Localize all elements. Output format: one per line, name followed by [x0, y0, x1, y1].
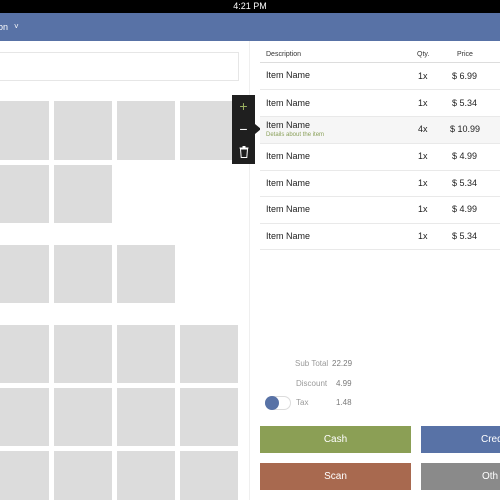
- item-name: Item Name: [266, 70, 311, 80]
- item-price: $ 5.34: [452, 98, 478, 108]
- item-name: Item Name: [266, 178, 311, 188]
- product-tile[interactable]: [117, 451, 175, 500]
- column-header-description: Description: [266, 51, 302, 58]
- location-dropdown-label[interactable]: on: [0, 21, 8, 33]
- discount-label: Discount: [296, 379, 328, 388]
- plus-icon[interactable]: +: [232, 95, 255, 118]
- item-qty: 1x: [418, 231, 428, 241]
- item-name: Item Name: [266, 151, 311, 161]
- product-tile[interactable]: [0, 325, 49, 383]
- product-tile[interactable]: [180, 325, 238, 383]
- item-detail: Details about the item: [266, 132, 325, 138]
- item-name: Item Name: [266, 231, 311, 241]
- item-qty: 1x: [418, 151, 428, 161]
- product-tile[interactable]: [117, 101, 175, 160]
- order-row[interactable]: Item Name 1x $ 6.99: [260, 63, 500, 90]
- search-input[interactable]: [0, 52, 239, 81]
- other-button[interactable]: Oth: [421, 463, 500, 490]
- order-row[interactable]: Item Name 1x $ 4.99: [260, 144, 500, 171]
- item-name: Item Name: [266, 98, 311, 108]
- column-header-qty: Qty.: [417, 51, 430, 58]
- item-price: $ 4.99: [452, 204, 478, 214]
- order-row[interactable]: Item Name 1x $ 5.34: [260, 90, 500, 117]
- trash-icon[interactable]: [232, 141, 255, 164]
- tax-value: 1.48: [336, 398, 352, 407]
- credit-button[interactable]: Cred: [421, 426, 500, 453]
- item-qty: 1x: [418, 178, 428, 188]
- item-name: Item Name: [266, 120, 311, 130]
- product-tile[interactable]: [54, 101, 112, 160]
- minus-icon[interactable]: −: [232, 118, 255, 141]
- tax-label: Tax: [296, 398, 309, 407]
- discount-value: 4.99: [336, 379, 352, 388]
- product-tile[interactable]: [0, 165, 49, 223]
- product-tile[interactable]: [117, 325, 175, 383]
- chevron-down-icon[interactable]: ˅: [14, 22, 19, 32]
- item-qty: 1x: [418, 71, 428, 81]
- tax-toggle-knob[interactable]: [265, 396, 279, 410]
- product-tile[interactable]: [180, 388, 238, 446]
- order-row[interactable]: Item Name 1x $ 4.99: [260, 197, 500, 224]
- item-qty: 4x: [418, 124, 428, 134]
- product-tile[interactable]: [54, 388, 112, 446]
- subtotal-label: Sub Total: [295, 359, 329, 368]
- product-tile[interactable]: [0, 388, 49, 446]
- product-tile[interactable]: [117, 245, 175, 303]
- product-tile[interactable]: [54, 451, 112, 500]
- column-header-price: Price: [457, 51, 473, 58]
- status-bar: 4:21 PM: [0, 0, 500, 13]
- cash-button[interactable]: Cash: [260, 426, 411, 453]
- item-price: $ 5.34: [452, 178, 478, 188]
- order-row[interactable]: Item Name 1x $ 5.34: [260, 171, 500, 197]
- item-qty: 1x: [418, 204, 428, 214]
- product-tile[interactable]: [54, 325, 112, 383]
- product-tile[interactable]: [54, 165, 112, 223]
- status-time: 4:21 PM: [233, 1, 267, 11]
- subtotal-value: 22.29: [332, 359, 353, 368]
- product-tile[interactable]: [117, 388, 175, 446]
- order-row[interactable]: Item Name 1x $ 5.34: [260, 224, 500, 250]
- app-bar: [0, 13, 500, 41]
- item-price: $ 4.99: [452, 151, 478, 161]
- product-tile[interactable]: [0, 451, 49, 500]
- product-tile[interactable]: [0, 101, 49, 160]
- item-price: $ 10.99: [450, 124, 481, 134]
- product-tile[interactable]: [180, 101, 232, 160]
- item-qty: 1x: [418, 98, 428, 108]
- scan-button[interactable]: Scan: [260, 463, 411, 490]
- item-name: Item Name: [266, 204, 311, 214]
- product-tile[interactable]: [0, 245, 49, 303]
- item-price: $ 5.34: [452, 231, 478, 241]
- product-tile[interactable]: [180, 451, 238, 500]
- product-tile[interactable]: [54, 245, 112, 303]
- order-row-selected[interactable]: Item Name Details about the item 4x $ 10…: [260, 117, 500, 144]
- item-price: $ 6.99: [452, 71, 478, 81]
